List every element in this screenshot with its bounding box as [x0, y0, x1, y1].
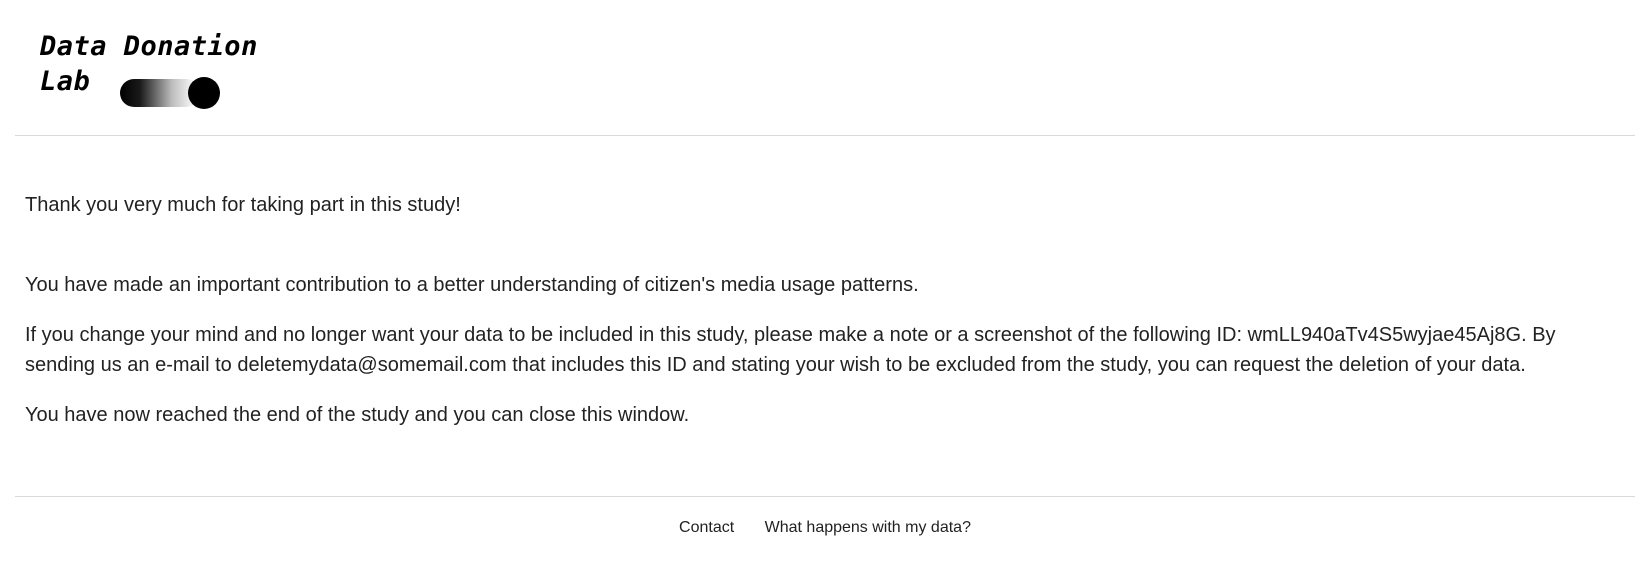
- logo-text-line-2: Lab: [40, 66, 91, 97]
- site-header: Data Donation Lab: [15, 0, 1635, 136]
- footer-link-data-usage[interactable]: What happens with my data?: [765, 519, 971, 536]
- thank-you-message: Thank you very much for taking part in t…: [25, 194, 461, 216]
- contribution-message: You have made an important contribution …: [25, 274, 919, 296]
- page: Data Donation Lab Thank you very much fo…: [0, 0, 1650, 572]
- toggle-knob: [188, 77, 220, 109]
- logo-text-line-1: Data Donation: [40, 31, 258, 62]
- toggle-icon: [120, 77, 220, 109]
- site-footer: Contact What happens with my data?: [15, 496, 1635, 572]
- footer-link-contact[interactable]: Contact: [679, 519, 734, 536]
- logo[interactable]: Data Donation Lab: [40, 30, 260, 110]
- footer-nav: Contact What happens with my data?: [15, 519, 1635, 537]
- end-of-study-message: You have now reached the end of the stud…: [25, 404, 690, 426]
- data-deletion-instructions: If you change your mind and no longer wa…: [25, 324, 1556, 376]
